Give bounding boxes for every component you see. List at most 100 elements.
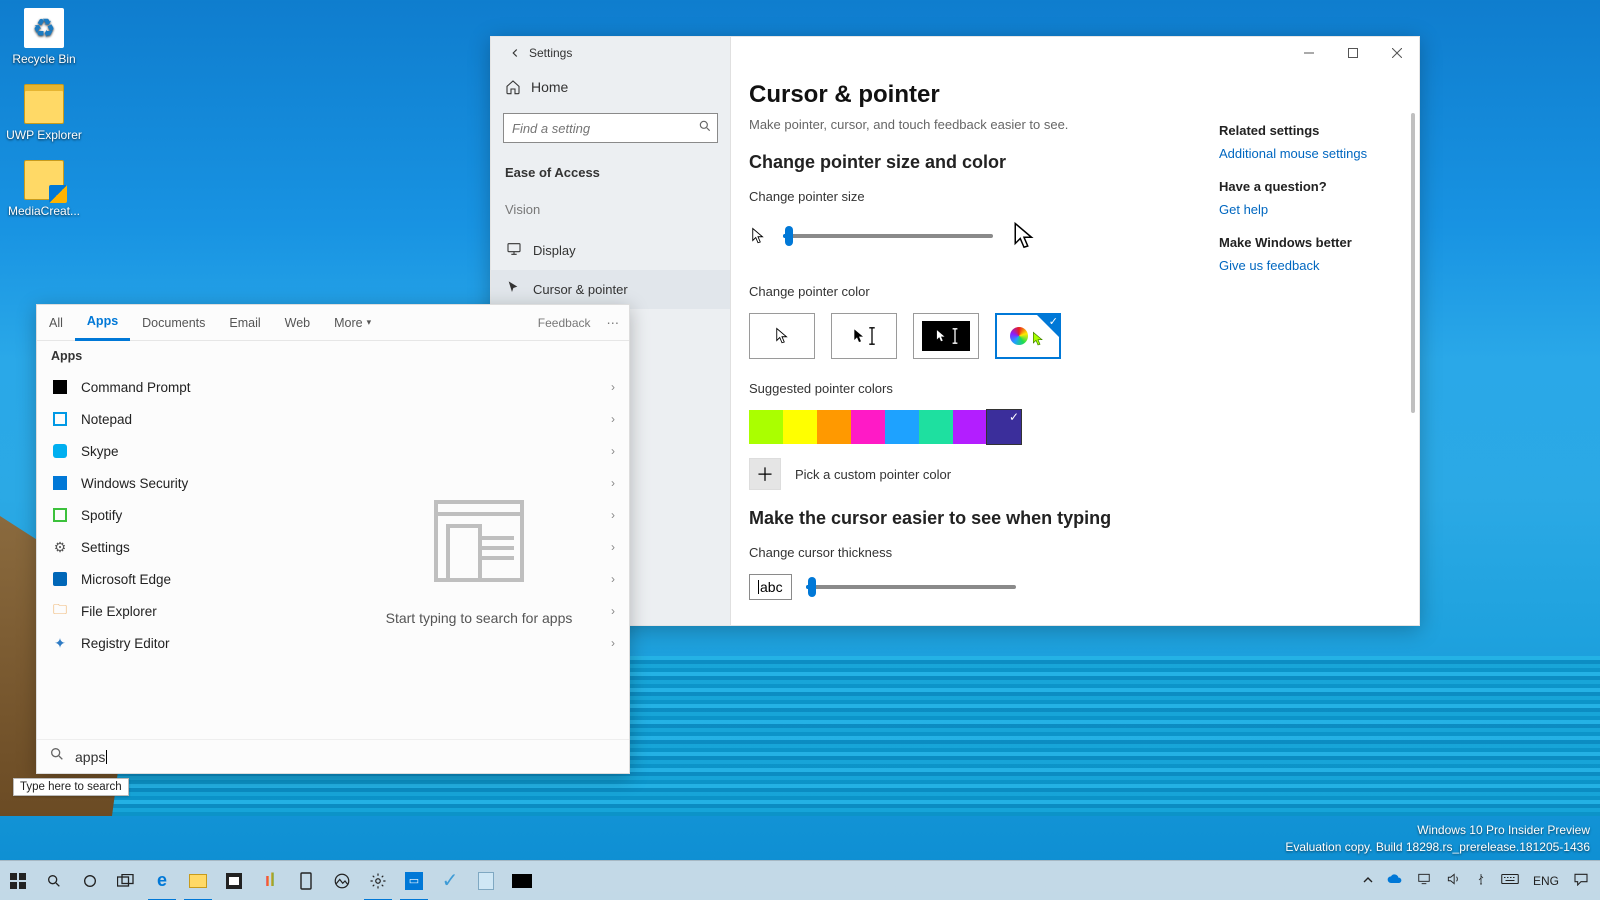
taskbar-search-button[interactable] [36, 861, 72, 900]
pointer-size-slider[interactable] [783, 234, 993, 238]
tab-apps[interactable]: Apps [75, 305, 130, 341]
suggested-color-1[interactable] [783, 410, 817, 444]
suggested-color-3[interactable] [851, 410, 885, 444]
nav-home-label: Home [531, 79, 568, 95]
volume-icon [1445, 872, 1461, 886]
taskbar-todo[interactable]: ✓ [432, 861, 468, 900]
desktop-icon-recycle-bin[interactable]: Recycle Bin [4, 8, 84, 66]
taskbar-app-1[interactable]: ıl [252, 861, 288, 900]
content-scrollbar[interactable] [1411, 113, 1415, 413]
settings-titlebar[interactable]: Settings [491, 37, 730, 69]
add-custom-color-button[interactable]: ＋ [749, 458, 781, 490]
start-search-flyout: All Apps Documents Email Web More▾ Feedb… [36, 304, 630, 774]
settings-subcategory: Vision [491, 188, 730, 231]
nav-display-label: Display [533, 243, 576, 258]
small-pointer-icon [749, 225, 767, 247]
search-icon [46, 873, 62, 889]
app-icon: ⚙ [51, 538, 69, 556]
tray-language[interactable]: ENG [1528, 874, 1564, 888]
display-icon [505, 241, 523, 260]
system-tray: ENG [1352, 871, 1600, 890]
nav-display[interactable]: Display [491, 231, 730, 270]
slider-thumb[interactable] [785, 226, 793, 246]
tab-web[interactable]: Web [273, 305, 322, 341]
tray-volume[interactable] [1440, 872, 1466, 889]
desktop-icon-uwp-explorer[interactable]: UWP Explorer [4, 84, 84, 142]
plus-icon: ＋ [756, 461, 774, 487]
pointer-color-white[interactable] [749, 313, 815, 359]
search-feedback[interactable]: Feedback [538, 316, 597, 330]
tray-network[interactable] [1412, 872, 1436, 889]
tray-action-center[interactable] [1568, 872, 1594, 889]
file-explorer-icon [189, 874, 207, 888]
taskbar-edge[interactable]: e [144, 861, 180, 900]
watermark-line1: Windows 10 Pro Insider Preview [1285, 822, 1590, 839]
pointer-color-black[interactable] [831, 313, 897, 359]
taskbar-terminal[interactable] [504, 861, 540, 900]
back-button[interactable] [501, 39, 529, 67]
cortana-icon [82, 873, 98, 889]
slider-thumb[interactable] [808, 577, 816, 597]
minimize-button[interactable] [1287, 37, 1331, 69]
settings-right-rail: Related settings Additional mouse settin… [1219, 123, 1399, 273]
suggested-color-4[interactable] [885, 410, 919, 444]
tab-more[interactable]: More▾ [322, 305, 383, 341]
desktop-icon-label: UWP Explorer [4, 128, 84, 142]
color-wheel-icon [1010, 327, 1028, 345]
search-query-row[interactable]: apps [37, 739, 629, 773]
tray-usb[interactable] [1470, 871, 1492, 890]
taskbar-app-2[interactable] [288, 861, 324, 900]
tab-all[interactable]: All [37, 305, 75, 341]
tab-documents[interactable]: Documents [130, 305, 217, 341]
suggested-color-7[interactable] [987, 410, 1021, 444]
search-result-label: Registry Editor [81, 636, 170, 651]
photos-icon [333, 872, 351, 890]
tray-onedrive[interactable] [1382, 873, 1408, 888]
suggested-color-0[interactable] [749, 410, 783, 444]
chevron-up-icon [1363, 875, 1373, 885]
suggested-color-2[interactable] [817, 410, 851, 444]
back-arrow-icon [508, 46, 522, 60]
pointer-color-inverted[interactable] [913, 313, 979, 359]
settings-category: Ease of Access [491, 157, 730, 188]
task-view-button[interactable] [108, 861, 144, 900]
suggested-color-6[interactable] [953, 410, 987, 444]
link-additional-mouse-settings[interactable]: Additional mouse settings [1219, 146, 1367, 161]
rail-heading-related: Related settings [1219, 123, 1399, 138]
minimize-icon [1304, 48, 1314, 58]
taskbar-settings[interactable] [360, 861, 396, 900]
maximize-button[interactable] [1331, 37, 1375, 69]
search-result-label: Settings [81, 540, 130, 555]
cursor-thickness-slider[interactable] [806, 585, 1016, 589]
action-center-icon [1573, 872, 1589, 886]
search-preview-pane: Start typing to search for apps [329, 365, 629, 773]
search-more-actions[interactable]: ⋯ [597, 315, 630, 330]
watermark-line2: Evaluation copy. Build 18298.rs_prerelea… [1285, 839, 1590, 856]
close-button[interactable] [1375, 37, 1419, 69]
link-get-help[interactable]: Get help [1219, 202, 1268, 217]
nav-home[interactable]: Home [491, 69, 730, 105]
cursor-thickness-row: abc [749, 574, 1401, 600]
pointer-color-custom[interactable] [995, 313, 1061, 359]
search-icon [49, 746, 65, 767]
find-a-setting-input[interactable] [503, 113, 718, 143]
find-a-setting[interactable] [503, 113, 718, 143]
desktop-icon-mediacreationtool[interactable]: MediaCreat... [4, 160, 84, 218]
taskbar-security[interactable]: ▭ [396, 861, 432, 900]
suggested-color-5[interactable] [919, 410, 953, 444]
search-icon [698, 119, 712, 136]
pick-custom-color: ＋ Pick a custom pointer color [749, 458, 1401, 490]
notepad-icon [478, 872, 494, 890]
taskbar-explorer[interactable] [180, 861, 216, 900]
network-icon [1417, 872, 1431, 886]
link-feedback[interactable]: Give us feedback [1219, 258, 1319, 273]
taskbar-store[interactable] [216, 861, 252, 900]
start-button[interactable] [0, 861, 36, 900]
tray-input-indicator[interactable] [1496, 873, 1524, 888]
tray-overflow-chevron[interactable] [1358, 874, 1378, 888]
search-tooltip: Type here to search [13, 778, 129, 796]
cortana-button[interactable] [72, 861, 108, 900]
taskbar-photos[interactable] [324, 861, 360, 900]
tab-email[interactable]: Email [217, 305, 272, 341]
taskbar-notepad[interactable] [468, 861, 504, 900]
